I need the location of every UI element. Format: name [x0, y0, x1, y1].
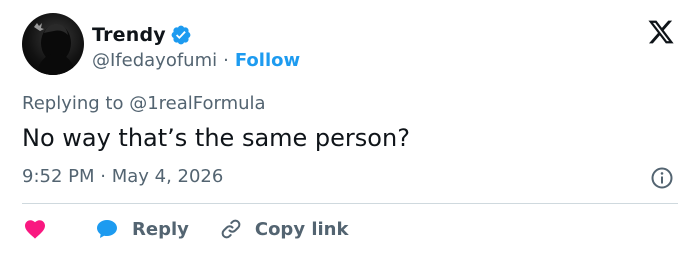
reply-bubble-icon — [97, 220, 117, 238]
like-button[interactable] — [22, 217, 94, 241]
copy-link-button[interactable]: Copy link — [219, 217, 349, 241]
link-icon — [221, 219, 241, 239]
heart-icon — [25, 220, 45, 239]
verified-badge-icon — [171, 25, 191, 45]
reply-label: Reply — [132, 218, 189, 240]
info-icon[interactable] — [650, 166, 674, 190]
tweet-text: No way that’s the same person? — [22, 124, 410, 152]
tweet-actions: Reply Copy link — [22, 214, 348, 244]
author-handle-row: @Ifedayofumi · Follow — [92, 48, 300, 72]
author-handle[interactable]: @Ifedayofumi — [92, 50, 217, 71]
copy-link-label: Copy link — [254, 218, 349, 240]
separator-dot: · — [223, 49, 229, 71]
tweet-timestamp[interactable]: 9:52 PM · May 4, 2026 — [22, 166, 223, 187]
author-display-name[interactable]: Trendy — [92, 24, 166, 46]
replying-to-text: Replying to @1realFormula — [22, 93, 266, 114]
author-name-row: Trendy — [92, 22, 192, 48]
x-logo-icon[interactable] — [646, 18, 676, 46]
follow-button[interactable]: Follow — [235, 50, 300, 71]
divider — [22, 203, 678, 204]
avatar[interactable] — [22, 13, 84, 75]
reply-button[interactable]: Reply — [94, 217, 219, 241]
avatar-silhouette-icon — [34, 23, 76, 75]
